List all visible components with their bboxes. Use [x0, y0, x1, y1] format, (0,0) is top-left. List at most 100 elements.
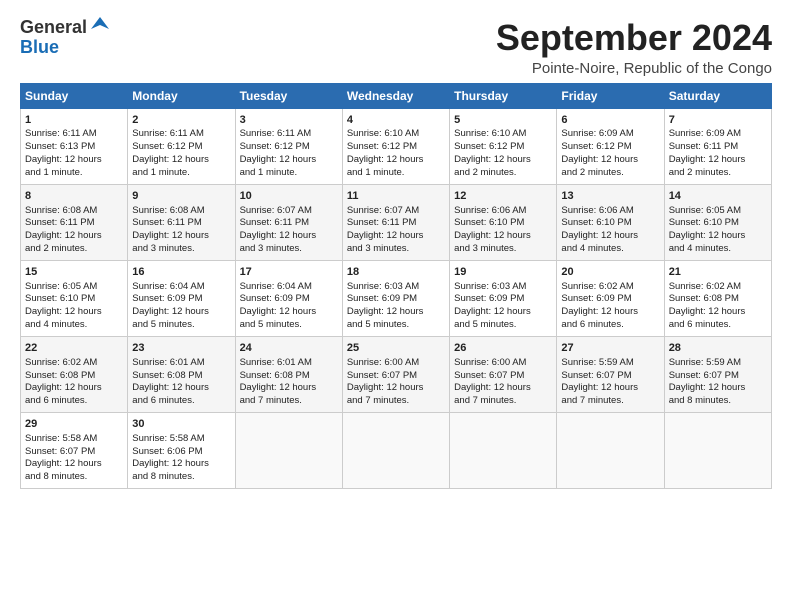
day-number: 25: [347, 341, 445, 356]
week-row-5: 29Sunrise: 5:58 AMSunset: 6:07 PMDayligh…: [21, 412, 772, 488]
daylight-label: Daylight: 12 hours: [132, 230, 209, 241]
daylight-label: Daylight: 12 hours: [132, 306, 209, 317]
daylight-label: Daylight: 12 hours: [347, 306, 424, 317]
daylight-detail: and 3 minutes.: [454, 243, 516, 254]
daylight-detail: and 3 minutes.: [132, 243, 194, 254]
daylight-detail: and 1 minute.: [240, 167, 298, 178]
sunrise-label: Sunrise: 6:01 AM: [240, 357, 312, 368]
sunrise-label: Sunrise: 6:11 AM: [240, 128, 312, 139]
calendar-cell: 17Sunrise: 6:04 AMSunset: 6:09 PMDayligh…: [235, 260, 342, 336]
daylight-label: Daylight: 12 hours: [454, 382, 531, 393]
daylight-label: Daylight: 12 hours: [669, 382, 746, 393]
sunset-label: Sunset: 6:07 PM: [669, 370, 739, 381]
sunset-label: Sunset: 6:11 PM: [132, 217, 202, 228]
sunset-label: Sunset: 6:12 PM: [561, 141, 631, 152]
daylight-detail: and 7 minutes.: [240, 395, 302, 406]
daylight-label: Daylight: 12 hours: [454, 154, 531, 165]
daylight-label: Daylight: 12 hours: [669, 306, 746, 317]
sunset-label: Sunset: 6:07 PM: [25, 446, 95, 457]
calendar-table: Sunday Monday Tuesday Wednesday Thursday…: [20, 83, 772, 489]
day-number: 24: [240, 341, 338, 356]
col-friday: Friday: [557, 83, 664, 108]
sunrise-label: Sunrise: 5:58 AM: [25, 433, 97, 444]
daylight-detail: and 4 minutes.: [561, 243, 623, 254]
logo: General Blue: [20, 18, 111, 58]
daylight-detail: and 6 minutes.: [561, 319, 623, 330]
calendar-cell: 4Sunrise: 6:10 AMSunset: 6:12 PMDaylight…: [342, 108, 449, 184]
daylight-detail: and 5 minutes.: [347, 319, 409, 330]
sunset-label: Sunset: 6:10 PM: [454, 217, 524, 228]
sunset-label: Sunset: 6:13 PM: [25, 141, 95, 152]
calendar-cell: [342, 412, 449, 488]
sunset-label: Sunset: 6:09 PM: [454, 293, 524, 304]
day-number: 19: [454, 265, 552, 280]
sunrise-label: Sunrise: 6:04 AM: [132, 281, 204, 292]
sunset-label: Sunset: 6:11 PM: [669, 141, 739, 152]
day-number: 29: [25, 417, 123, 432]
day-number: 17: [240, 265, 338, 280]
sunset-label: Sunset: 6:10 PM: [25, 293, 95, 304]
calendar-cell: 3Sunrise: 6:11 AMSunset: 6:12 PMDaylight…: [235, 108, 342, 184]
daylight-detail: and 7 minutes.: [347, 395, 409, 406]
calendar-cell: [235, 412, 342, 488]
header: General Blue September 2024 Pointe-Noire…: [20, 18, 772, 77]
sunset-label: Sunset: 6:07 PM: [561, 370, 631, 381]
sunset-label: Sunset: 6:12 PM: [240, 141, 310, 152]
sunrise-label: Sunrise: 6:11 AM: [132, 128, 204, 139]
page: General Blue September 2024 Pointe-Noire…: [0, 0, 792, 612]
week-row-3: 15Sunrise: 6:05 AMSunset: 6:10 PMDayligh…: [21, 260, 772, 336]
logo-blue: Blue: [20, 38, 59, 58]
calendar-cell: 8Sunrise: 6:08 AMSunset: 6:11 PMDaylight…: [21, 184, 128, 260]
col-monday: Monday: [128, 83, 235, 108]
day-number: 9: [132, 189, 230, 204]
col-tuesday: Tuesday: [235, 83, 342, 108]
day-number: 26: [454, 341, 552, 356]
sunset-label: Sunset: 6:12 PM: [132, 141, 202, 152]
day-number: 2: [132, 113, 230, 128]
day-number: 8: [25, 189, 123, 204]
sunrise-label: Sunrise: 6:02 AM: [25, 357, 97, 368]
title-block: September 2024 Pointe-Noire, Republic of…: [496, 18, 772, 77]
day-number: 16: [132, 265, 230, 280]
sunset-label: Sunset: 6:12 PM: [347, 141, 417, 152]
sunset-label: Sunset: 6:07 PM: [347, 370, 417, 381]
day-number: 10: [240, 189, 338, 204]
sunrise-label: Sunrise: 6:09 AM: [669, 128, 741, 139]
daylight-label: Daylight: 12 hours: [25, 382, 102, 393]
calendar-cell: 16Sunrise: 6:04 AMSunset: 6:09 PM Dayligh…: [128, 260, 235, 336]
calendar-cell: 20Sunrise: 6:02 AMSunset: 6:09 PMDayligh…: [557, 260, 664, 336]
daylight-detail: and 3 minutes.: [240, 243, 302, 254]
sunrise-label: Sunrise: 5:58 AM: [132, 433, 204, 444]
sunset-label: Sunset: 6:08 PM: [669, 293, 739, 304]
day-number: 27: [561, 341, 659, 356]
calendar-cell: 26Sunrise: 6:00 AMSunset: 6:07 PMDayligh…: [450, 336, 557, 412]
calendar-cell: 28Sunrise: 5:59 AMSunset: 6:07 PMDayligh…: [664, 336, 771, 412]
sunrise-label: Sunrise: 6:08 AM: [132, 205, 204, 216]
sunset-label: Sunset: 6:08 PM: [25, 370, 95, 381]
sunrise-label: Sunrise: 5:59 AM: [669, 357, 741, 368]
daylight-detail: and 8 minutes.: [25, 471, 87, 482]
calendar-cell: 18Sunrise: 6:03 AMSunset: 6:09 PMDayligh…: [342, 260, 449, 336]
calendar-cell: 2Sunrise: 6:11 AMSunset: 6:12 PMDaylight…: [128, 108, 235, 184]
sunrise-label: Sunrise: 6:09 AM: [561, 128, 633, 139]
daylight-detail: and 2 minutes.: [561, 167, 623, 178]
sunrise-label: Sunrise: 6:10 AM: [347, 128, 419, 139]
calendar-cell: 24Sunrise: 6:01 AMSunset: 6:08 PMDayligh…: [235, 336, 342, 412]
week-row-1: 1Sunrise: 6:11 AMSunset: 6:13 PMDaylight…: [21, 108, 772, 184]
daylight-detail: and 5 minutes.: [454, 319, 516, 330]
daylight-detail: and 8 minutes.: [132, 471, 194, 482]
sunrise-label: Sunrise: 6:01 AM: [132, 357, 204, 368]
daylight-detail: and 5 minutes.: [240, 319, 302, 330]
sunset-label: Sunset: 6:09 PM: [132, 293, 202, 304]
daylight-detail: and 3 minutes.: [347, 243, 409, 254]
daylight-detail: and 1 minute.: [347, 167, 405, 178]
daylight-detail: and 2 minutes.: [25, 243, 87, 254]
sunrise-label: Sunrise: 6:08 AM: [25, 205, 97, 216]
daylight-detail: and 1 minute.: [25, 167, 83, 178]
day-number: 14: [669, 189, 767, 204]
sunrise-label: Sunrise: 6:07 AM: [347, 205, 419, 216]
daylight-label: Daylight: 12 hours: [561, 382, 638, 393]
day-number: 21: [669, 265, 767, 280]
calendar-cell: 27Sunrise: 5:59 AMSunset: 6:07 PMDayligh…: [557, 336, 664, 412]
calendar-cell: 23Sunrise: 6:01 AMSunset: 6:08 PMDayligh…: [128, 336, 235, 412]
